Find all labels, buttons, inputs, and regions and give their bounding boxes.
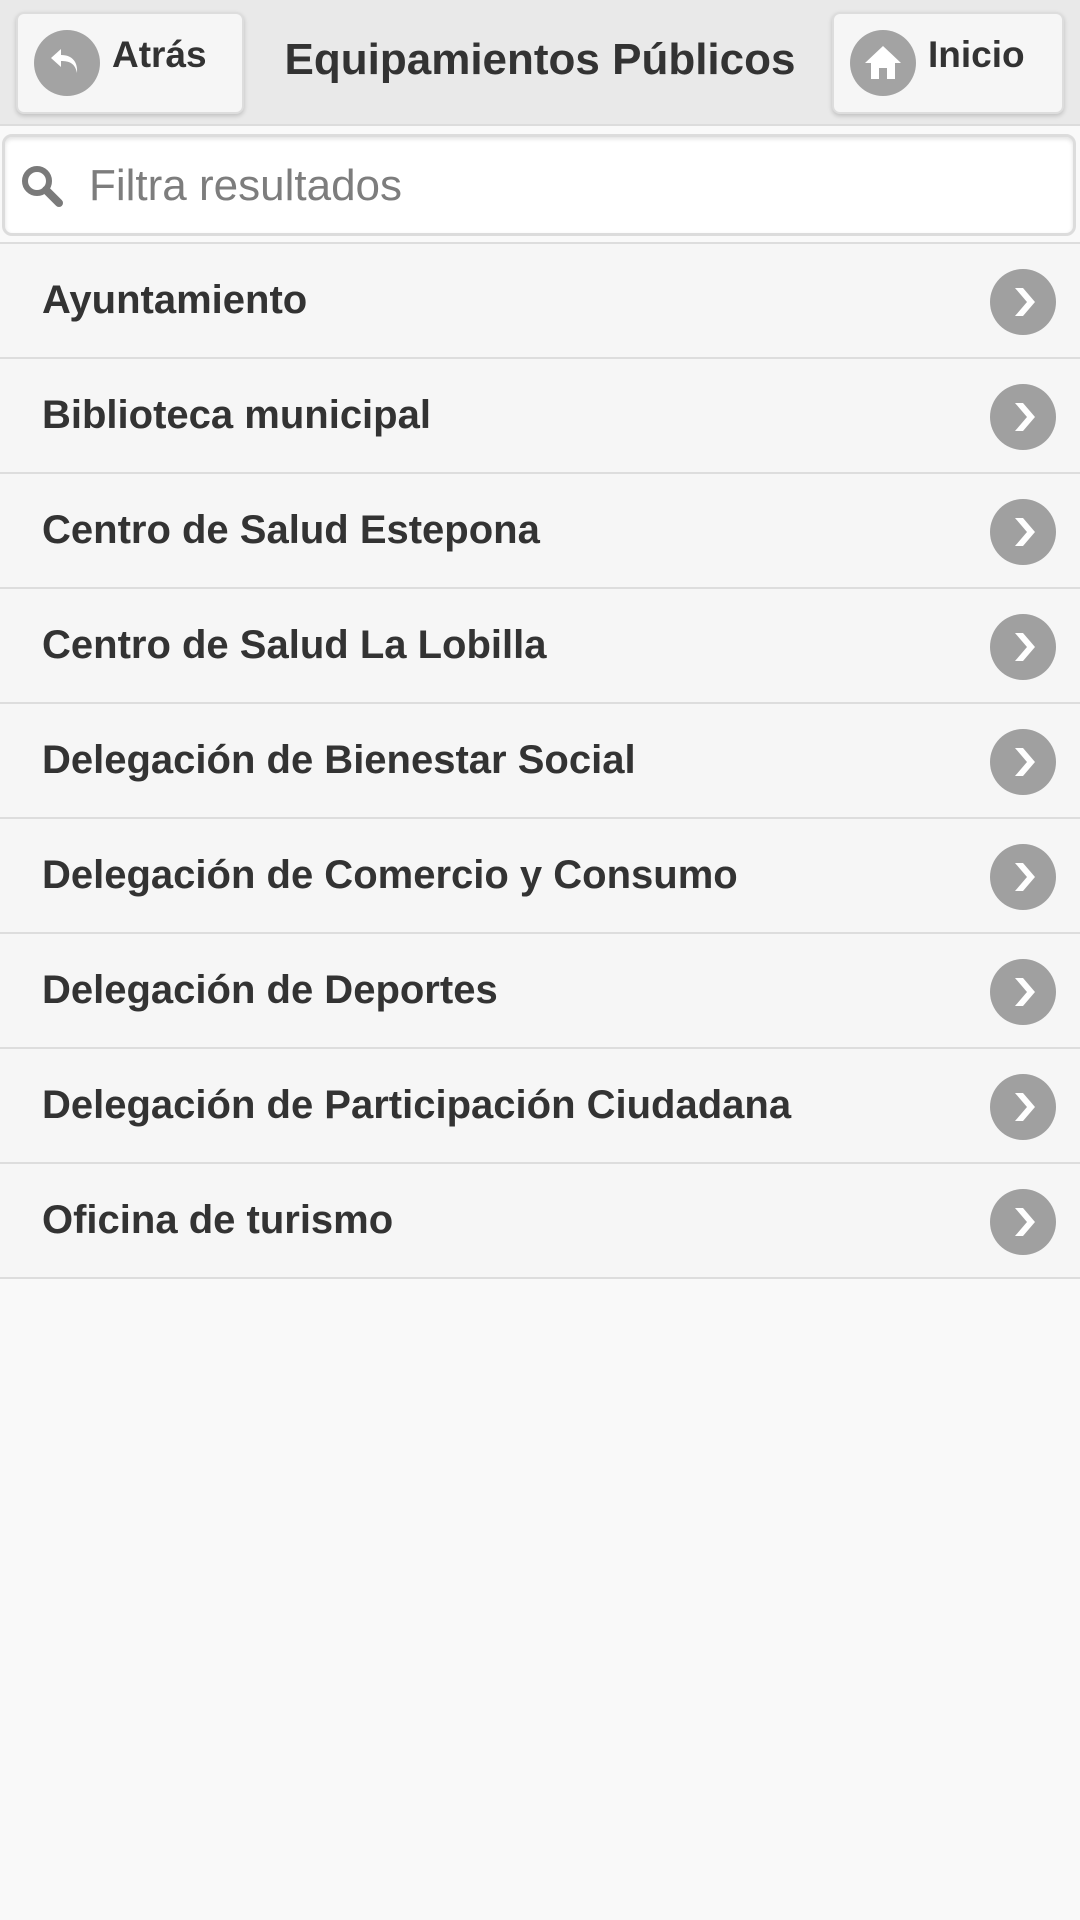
list-item[interactable]: Biblioteca municipal [0, 359, 1080, 474]
list-item[interactable]: Delegación de Comercio y Consumo [0, 819, 1080, 934]
home-icon [850, 30, 916, 96]
page-title: Equipamientos Públicos [284, 36, 796, 84]
chevron-right-icon [990, 729, 1056, 795]
chevron-right-icon [990, 499, 1056, 565]
back-arrow-icon [34, 30, 100, 96]
chevron-right-icon [990, 844, 1056, 910]
list-item-label: Delegación de Deportes [42, 968, 498, 1012]
home-button-label: Inicio [928, 34, 1025, 75]
header-bar: Atrás Equipamientos Públicos Inicio [0, 0, 1080, 126]
search-input[interactable] [89, 147, 1049, 225]
list-item[interactable]: Ayuntamiento [0, 244, 1080, 359]
list-item[interactable]: Centro de Salud La Lobilla [0, 589, 1080, 704]
list-item[interactable]: Delegación de Deportes [0, 934, 1080, 1049]
search-bar [0, 128, 1080, 244]
chevron-right-icon [990, 1189, 1056, 1255]
list-item-label: Biblioteca municipal [42, 393, 431, 437]
list-item-label: Delegación de Participación Ciudadana [42, 1083, 792, 1127]
list-item-label: Centro de Salud Estepona [42, 508, 540, 552]
equipment-list: Ayuntamiento Biblioteca municipal Centro d… [0, 244, 1080, 1279]
chevron-right-icon [990, 1074, 1056, 1140]
back-button-label: Atrás [112, 34, 207, 75]
list-item-label: Ayuntamiento [42, 278, 308, 322]
chevron-right-icon [990, 384, 1056, 450]
list-item[interactable]: Delegación de Bienestar Social [0, 704, 1080, 819]
search-box[interactable] [2, 134, 1076, 236]
list-item[interactable]: Centro de Salud Estepona [0, 474, 1080, 589]
search-icon [19, 163, 65, 209]
chevron-right-icon [990, 614, 1056, 680]
list-item-label: Oficina de turismo [42, 1198, 394, 1242]
home-button[interactable]: Inicio [832, 12, 1064, 114]
list-item-label: Centro de Salud La Lobilla [42, 623, 547, 667]
back-button[interactable]: Atrás [16, 12, 244, 114]
chevron-right-icon [990, 959, 1056, 1025]
list-item[interactable]: Delegación de Participación Ciudadana [0, 1049, 1080, 1164]
chevron-right-icon [990, 269, 1056, 335]
list-item[interactable]: Oficina de turismo [0, 1164, 1080, 1279]
list-item-label: Delegación de Comercio y Consumo [42, 853, 738, 897]
list-item-label: Delegación de Bienestar Social [42, 738, 636, 782]
